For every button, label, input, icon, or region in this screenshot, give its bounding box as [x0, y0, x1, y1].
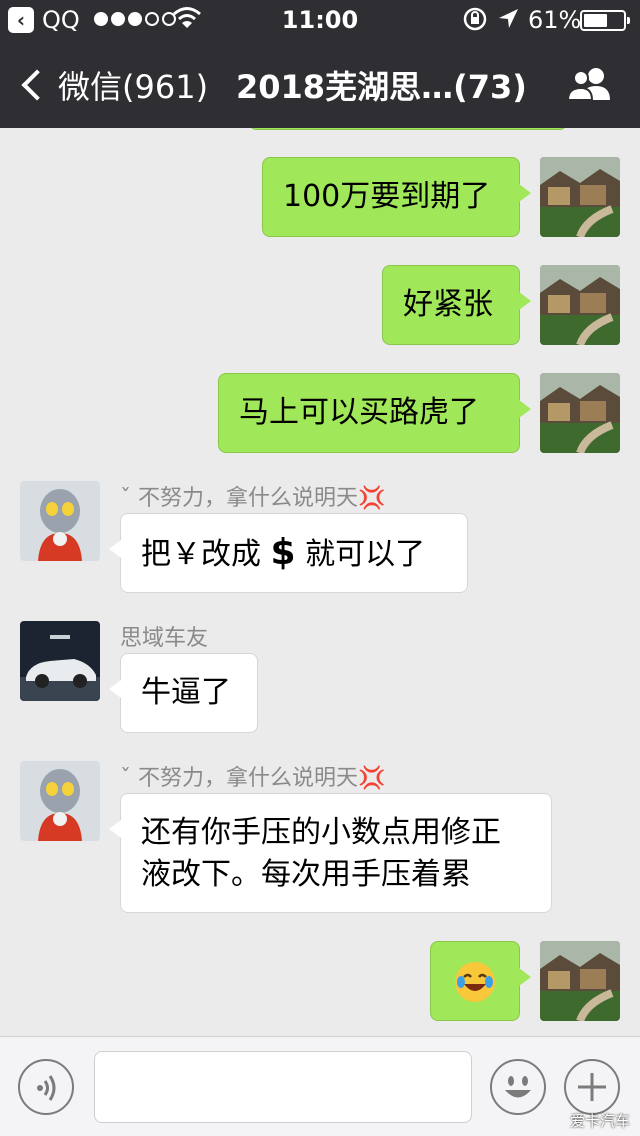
- my-avatar[interactable]: [540, 157, 620, 237]
- message-text: 就可以了: [295, 537, 426, 572]
- message-text: 马上可以买路虎了: [239, 395, 479, 430]
- message-bubble-incoming[interactable]: 还有你手压的小数点用修正 液改下。每次用手压着累: [109, 793, 552, 913]
- nav-bar: 微信(961) 2018芜湖思…(73): [0, 40, 640, 128]
- battery-percent: 61%: [528, 6, 582, 34]
- message-bubble-outgoing[interactable]: [430, 941, 531, 1021]
- smiley-icon: [505, 1076, 531, 1098]
- group-members-icon[interactable]: [566, 64, 616, 104]
- sender-avatar-car[interactable]: [20, 621, 100, 701]
- laughing-crying-emoji-icon: [455, 961, 495, 1002]
- message-text: 牛逼了: [141, 675, 231, 710]
- dollar-sign: $: [270, 532, 296, 573]
- message-bubble-outgoing[interactable]: 100万要到期了: [262, 157, 531, 237]
- message-text-line: 液改下。每次用手压着累: [141, 857, 471, 892]
- message-text: 100万要到期了: [283, 179, 491, 214]
- message-bubble-outgoing[interactable]: 马上可以买路虎了: [218, 373, 531, 453]
- anger-emoji: 💢: [358, 766, 386, 791]
- chat-title: 2018芜湖思…(73): [236, 68, 527, 106]
- emoji-button[interactable]: [490, 1059, 546, 1115]
- plus-icon: [578, 1073, 606, 1101]
- voice-button[interactable]: [18, 1059, 74, 1115]
- anger-emoji: 💢: [358, 486, 386, 511]
- status-bar: ‹ QQ 11:00 61%: [0, 0, 640, 40]
- my-avatar[interactable]: [540, 941, 620, 1021]
- my-avatar[interactable]: [540, 373, 620, 453]
- message-bubble-incoming[interactable]: 牛逼了: [109, 653, 258, 733]
- chat-message-list[interactable]: 100万要到期了 好紧张 马上可以买路虎了 ˇ 不努力，拿什么说明天💢 把￥改成…: [0, 128, 640, 1036]
- voice-icon: [37, 1075, 56, 1101]
- back-button[interactable]: 微信(961): [18, 62, 208, 108]
- message-text: 把￥改成: [141, 537, 261, 572]
- chevron-left-icon: [21, 69, 53, 101]
- message-text: 好紧张: [403, 287, 493, 322]
- back-button-label: 微信(961): [58, 68, 209, 106]
- message-bubble-incoming[interactable]: 把￥改成 $ 就可以了: [109, 513, 468, 593]
- sender-name: ˇ 不努力，拿什么说明天💢: [120, 766, 386, 791]
- more-options-button[interactable]: [564, 1059, 620, 1115]
- message-bubble-outgoing[interactable]: 好紧张: [382, 265, 531, 345]
- rotation-lock-icon: [462, 6, 488, 38]
- message-input-bar: [0, 1036, 640, 1136]
- watermark: 爱卡汽车: [570, 1112, 631, 1130]
- sender-name: ˇ 不努力，拿什么说明天💢: [120, 486, 386, 511]
- location-arrow-icon: [496, 6, 520, 38]
- sender-avatar-ultraman[interactable]: [20, 761, 100, 841]
- message-text-line: 还有你手压的小数点用修正: [141, 815, 501, 850]
- header-bar: ‹ QQ 11:00 61% 微信(961) 2018芜湖思…(73): [0, 0, 640, 128]
- previous-message-bubble: [250, 128, 566, 130]
- sender-name: 思域车友: [120, 626, 209, 651]
- my-avatar[interactable]: [540, 265, 620, 345]
- sender-avatar-ultraman[interactable]: [20, 481, 100, 561]
- message-text-input[interactable]: [94, 1051, 472, 1123]
- battery-icon: [580, 10, 630, 31]
